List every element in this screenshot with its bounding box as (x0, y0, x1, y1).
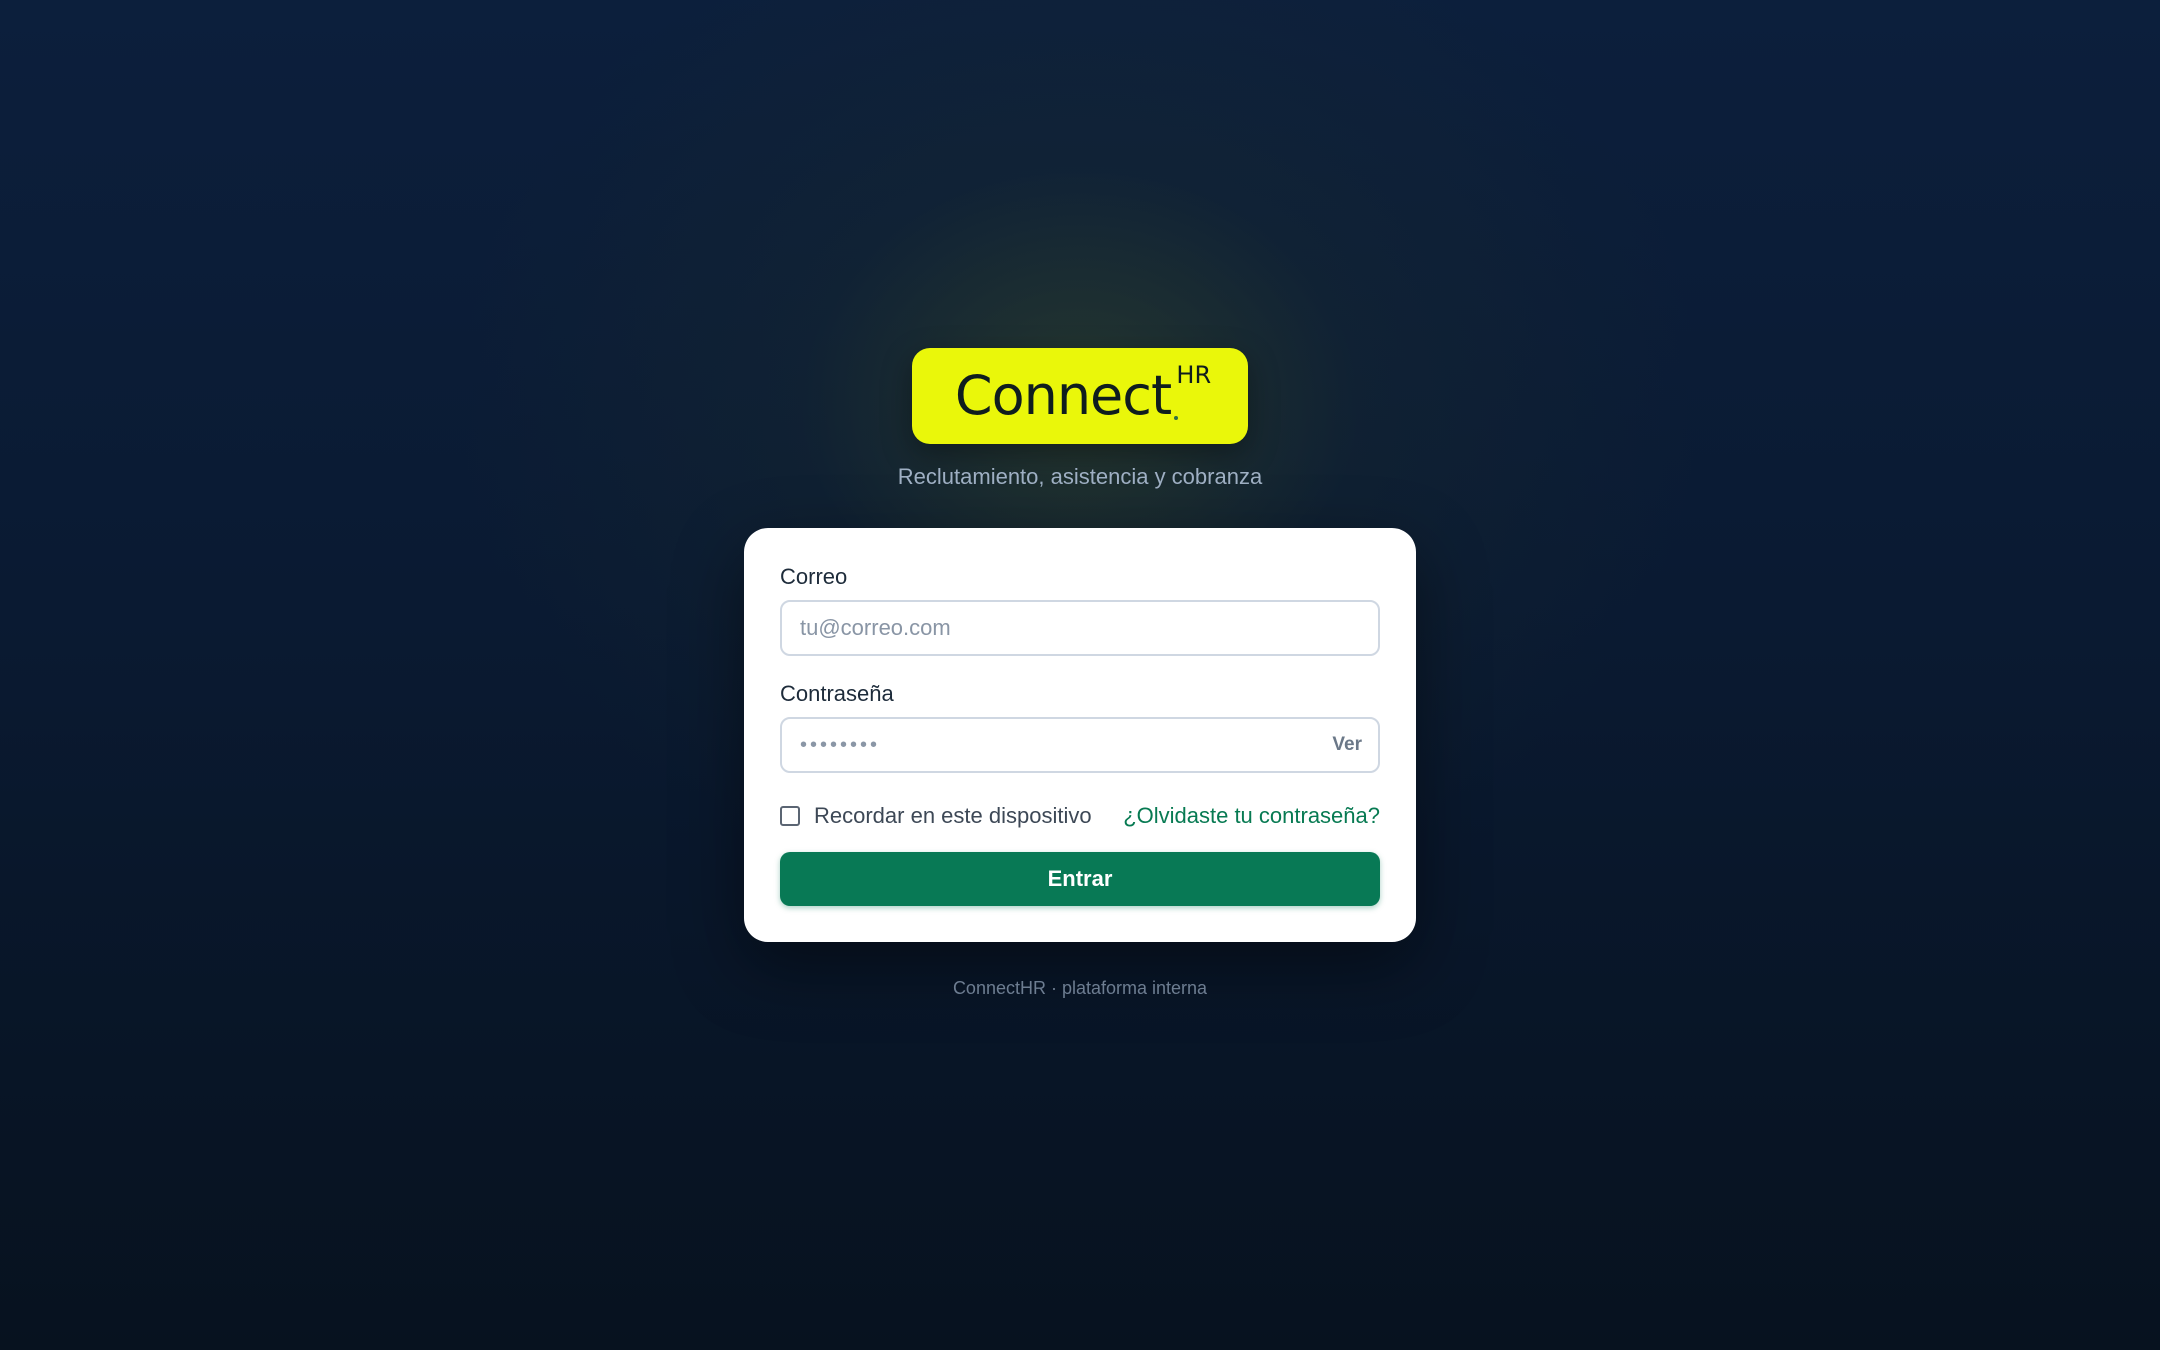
forgot-password-link[interactable]: ¿Olvidaste tu contraseña? (1123, 803, 1380, 829)
logo-dot-icon (1174, 416, 1179, 420)
email-field[interactable] (782, 602, 1378, 654)
email-label: Correo (780, 564, 848, 589)
login-card: Correo Contraseña •••••••• Ver Recordar … (744, 528, 1416, 942)
footer-text: ConnectHR · plataforma interna (952, 978, 1208, 998)
password-masked-value: •••••••• (800, 733, 881, 756)
remember-label[interactable]: Recordar en este dispositivo (814, 803, 1092, 829)
login-page: Connect HR Reclutamiento, asistencia y c… (0, 0, 2160, 1350)
show-password-button[interactable]: Ver (1332, 734, 1378, 756)
password-field[interactable]: •••••••• Ver (780, 717, 1380, 773)
email-field-box (780, 600, 1380, 656)
login-button[interactable]: Entrar (780, 852, 1380, 906)
logo-wordmark: Connect HR (955, 363, 1211, 423)
logo-word-text: Connect (954, 364, 1172, 427)
brand-logo: Connect HR (912, 348, 1248, 444)
logo-superscript: HR (1176, 361, 1212, 389)
tagline: Reclutamiento, asistencia y cobranza (897, 464, 1263, 489)
password-label: Contraseña (780, 681, 894, 706)
remember-checkbox[interactable] (780, 806, 800, 826)
remember-row: Recordar en este dispositivo ¿Olvidaste … (780, 800, 1380, 832)
